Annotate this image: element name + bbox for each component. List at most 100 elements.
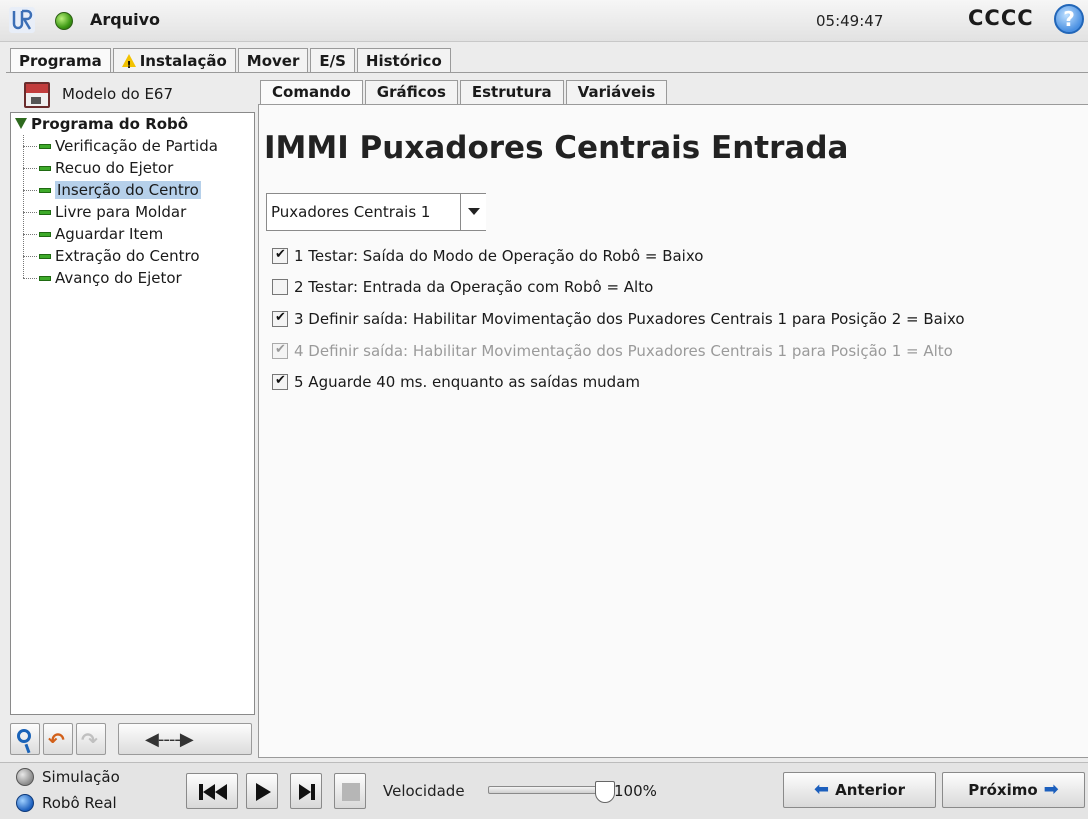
redo-button[interactable]: ↷ bbox=[76, 723, 106, 755]
file-menu[interactable]: Arquivo bbox=[90, 10, 160, 29]
tree-item[interactable]: Avanço do Ejetor bbox=[23, 267, 182, 289]
tab-programa[interactable]: Programa bbox=[10, 48, 111, 73]
save-icon[interactable] bbox=[24, 82, 50, 108]
move-arrows-icon: ◀----▶ bbox=[145, 729, 194, 750]
tab-comando[interactable]: Comando bbox=[260, 80, 363, 104]
tree-item-label: Inserção do Centro bbox=[55, 181, 201, 199]
tree-item[interactable]: Extração do Centro bbox=[23, 245, 200, 267]
content-tabs: Comando Gráficos Estrutura Variáveis bbox=[260, 80, 669, 104]
program-tree: Programa do Robô Verificação de Partida … bbox=[10, 112, 255, 715]
command-row[interactable]: 1 Testar: Saída do Modo de Operação do R… bbox=[272, 245, 703, 267]
step-button[interactable] bbox=[290, 773, 322, 809]
help-icon[interactable]: ? bbox=[1054, 4, 1084, 34]
tab-label: Instalação bbox=[139, 51, 227, 70]
command-checkbox[interactable] bbox=[272, 247, 288, 264]
search-icon bbox=[17, 729, 31, 743]
command-row-disabled: 4 Definir saída: Habilitar Movimentação … bbox=[272, 340, 953, 362]
main-tabs: Programa Instalação Mover E/S Histórico bbox=[10, 48, 453, 77]
command-text: 3 Definir saída: Habilitar Movimentação … bbox=[294, 310, 965, 328]
command-text: 2 Testar: Entrada da Operação com Robô =… bbox=[294, 278, 654, 296]
node-icon bbox=[39, 187, 51, 193]
tab-label: Histórico bbox=[365, 51, 442, 70]
clock: 05:49:47 bbox=[816, 12, 884, 30]
warning-icon bbox=[121, 54, 136, 77]
node-icon bbox=[39, 275, 51, 281]
title-bar: Arquivo 05:49:47 CCCC ? bbox=[0, 0, 1088, 42]
tree-item-selected[interactable]: Inserção do Centro bbox=[23, 179, 201, 201]
command-checkbox bbox=[272, 342, 288, 359]
robot-name: CCCC bbox=[968, 6, 1034, 30]
tree-item-label: Livre para Moldar bbox=[55, 203, 187, 221]
stop-button[interactable] bbox=[334, 773, 366, 809]
arrow-left-icon: ⬅ bbox=[814, 779, 830, 800]
tab-mover[interactable]: Mover bbox=[237, 48, 309, 72]
mode-label: Robô Real bbox=[42, 794, 117, 812]
tree-item-label: Avanço do Ejetor bbox=[55, 269, 182, 287]
step-icon bbox=[299, 784, 315, 800]
tree-item[interactable]: Recuo do Ejetor bbox=[23, 157, 173, 179]
mode-simulation[interactable]: Simulação bbox=[16, 766, 120, 788]
tab-label: Mover bbox=[246, 51, 300, 70]
speed-value: 100% bbox=[614, 782, 657, 800]
node-icon bbox=[39, 209, 51, 215]
skip-back-button[interactable] bbox=[186, 773, 238, 809]
radio-real-icon[interactable] bbox=[16, 794, 34, 812]
tab-es[interactable]: E/S bbox=[310, 48, 355, 72]
arrow-right-icon: ➡ bbox=[1043, 779, 1059, 800]
command-row[interactable]: 5 Aguarde 40 ms. enquanto as saídas muda… bbox=[272, 371, 640, 393]
ur-logo-icon bbox=[9, 7, 35, 33]
previous-button[interactable]: ⬅ Anterior bbox=[783, 772, 936, 808]
tree-root[interactable]: Programa do Robô bbox=[15, 115, 188, 133]
command-checkbox[interactable] bbox=[272, 279, 288, 295]
search-button[interactable] bbox=[10, 723, 40, 755]
next-button[interactable]: Próximo ➡ bbox=[942, 772, 1085, 808]
tree-item[interactable]: Livre para Moldar bbox=[23, 201, 186, 223]
tree-item[interactable]: Aguardar Item bbox=[23, 223, 163, 245]
speed-label: Velocidade bbox=[383, 782, 465, 800]
puller-select[interactable]: Puxadores Centrais 1 bbox=[266, 193, 486, 231]
tab-variaveis[interactable]: Variáveis bbox=[565, 80, 668, 104]
play-icon bbox=[256, 783, 271, 801]
radio-simulation-icon[interactable] bbox=[16, 768, 34, 786]
tree-item-label: Aguardar Item bbox=[55, 225, 164, 243]
command-checkbox[interactable] bbox=[272, 310, 288, 327]
tree-item-label: Recuo do Ejetor bbox=[55, 159, 174, 177]
command-text: 4 Definir saída: Habilitar Movimentação … bbox=[294, 342, 953, 360]
node-icon bbox=[39, 143, 51, 149]
page-title: IMMI Puxadores Centrais Entrada bbox=[264, 130, 849, 166]
expand-triangle-icon[interactable] bbox=[15, 118, 27, 129]
tree-item-label: Extração do Centro bbox=[55, 247, 200, 265]
dropdown-arrow-button[interactable] bbox=[460, 194, 486, 230]
tab-label: Programa bbox=[19, 52, 102, 70]
tree-item[interactable]: Verificação de Partida bbox=[23, 135, 218, 157]
program-header: Modelo do E67 bbox=[14, 82, 254, 108]
undo-icon: ↶ bbox=[48, 728, 65, 752]
mode-label: Simulação bbox=[42, 768, 120, 786]
tab-estrutura[interactable]: Estrutura bbox=[459, 80, 564, 104]
stop-icon bbox=[342, 783, 360, 801]
command-checkbox[interactable] bbox=[272, 373, 288, 390]
tree-item-label: Verificação de Partida bbox=[55, 137, 218, 155]
next-label: Próximo bbox=[968, 781, 1038, 799]
play-button[interactable] bbox=[246, 773, 278, 809]
undo-button[interactable]: ↶ bbox=[43, 723, 73, 755]
node-icon bbox=[39, 231, 51, 237]
command-row[interactable]: 2 Testar: Entrada da Operação com Robô =… bbox=[272, 276, 653, 298]
speed-slider-track[interactable] bbox=[488, 786, 606, 794]
node-icon bbox=[39, 253, 51, 259]
redo-icon: ↷ bbox=[81, 728, 98, 752]
tab-graficos[interactable]: Gráficos bbox=[364, 80, 458, 104]
select-value: Puxadores Centrais 1 bbox=[271, 203, 431, 221]
speed-slider-thumb[interactable] bbox=[595, 781, 615, 803]
mode-real-robot[interactable]: Robô Real bbox=[16, 792, 117, 814]
tab-instalacao[interactable]: Instalação bbox=[112, 48, 236, 77]
program-name: Modelo do E67 bbox=[62, 85, 174, 103]
robot-status-icon bbox=[55, 12, 73, 30]
tree-root-label: Programa do Robô bbox=[31, 115, 189, 133]
command-row[interactable]: 3 Definir saída: Habilitar Movimentação … bbox=[272, 308, 965, 330]
tree-toolbar: ↶ ↷ ◀----▶ bbox=[10, 723, 255, 757]
move-node-button[interactable]: ◀----▶ bbox=[118, 723, 252, 755]
tab-historico[interactable]: Histórico bbox=[356, 48, 451, 72]
chevron-down-icon bbox=[468, 208, 480, 215]
command-text: 5 Aguarde 40 ms. enquanto as saídas muda… bbox=[294, 373, 641, 391]
